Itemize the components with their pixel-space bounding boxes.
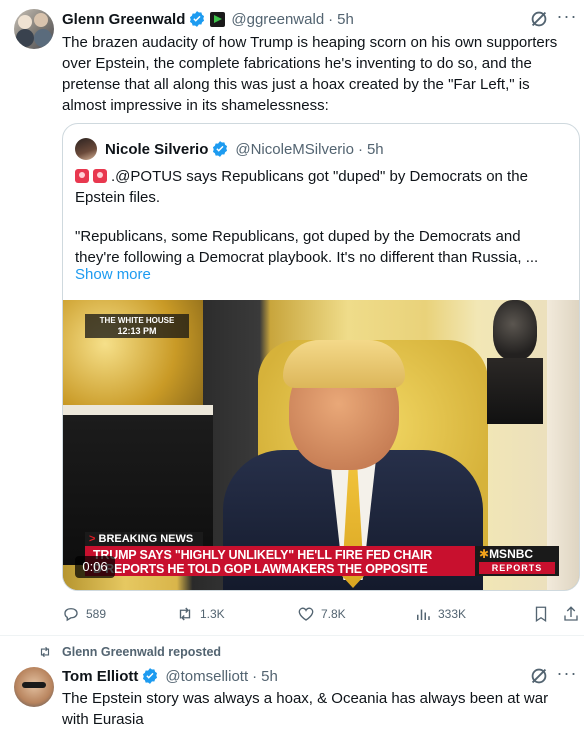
avatar-nicole-silverio[interactable] [75,138,97,160]
repost-banner[interactable]: Glenn Greenwald reposted [38,645,221,659]
quoted-text-line: they're following a Democrat playbook. I… [75,249,539,266]
tweet-text-line: almost impressive in its shamelessness: [62,97,329,114]
verified-badge-icon [190,11,205,27]
quoted-text-line: Epstein files. [75,189,161,206]
author-name[interactable]: Tom Elliott [62,668,138,685]
tweet-header: Tom Elliott @tomselliott · 5h [62,666,278,686]
video-player[interactable]: THE WHITE HOUSE 12:13 PM > BREAKING NEWS… [63,300,579,590]
heart-icon [298,607,314,621]
tweet-text-line: over Epstein, the complete fabrications … [62,55,532,72]
tweet-text-line: with Eurasia [62,711,144,728]
avatar-glenn-greenwald[interactable] [14,9,54,49]
repost-button[interactable]: 1.3K [176,605,225,623]
video-subject [223,340,483,590]
separator-dot: · [328,10,334,28]
news-chyron: TRUMP SAYS "HIGHLY UNLIKELY" HE'LL FIRE … [85,546,475,576]
tweet-text-line: The Epstein story was always a hoax, & O… [62,690,549,707]
views-count: 333K [438,607,467,621]
author-name[interactable]: Glenn Greenwald [62,11,185,28]
analytics-icon [417,609,430,620]
chyron-line: TRUMP SAYS "HIGHLY UNLIKELY" HE'LL FIRE … [93,548,433,562]
repost-icon [40,646,50,658]
more-options-icon[interactable]: ··· [556,664,578,686]
quoted-author-handle[interactable]: @NicoleMSilverio [235,141,354,158]
quoted-tweet[interactable]: Nicole Silverio @NicoleMSilverio · 5h .@… [62,123,580,591]
separator-dot: · [357,140,363,158]
separator-dot: · [252,667,258,685]
tweet-text-line: The brazen audacity of how Trump is heap… [62,34,558,51]
network-logo: ✱MSNBC REPORTS [475,546,559,576]
grok-icon[interactable] [528,665,550,687]
bookmark-icon [535,606,547,623]
reply-count: 589 [86,607,107,621]
repost-banner-text: Glenn Greenwald reposted [62,645,222,659]
reports-tag: REPORTS [479,562,555,574]
breaking-news-text: BREAKING NEWS [98,533,194,545]
msnbc-logo: ✱MSNBC [479,547,534,561]
share-button[interactable] [562,605,584,623]
grok-icon[interactable] [528,8,550,30]
video-timestamp: 0:06 [75,556,115,578]
video-decor [481,300,547,425]
author-handle[interactable]: @ggreenwald [231,11,324,28]
quoted-text-line: "Republicans, some Republicans, got dupe… [75,228,521,245]
tweet-time[interactable]: 5h [261,668,278,685]
verified-badge-icon [213,141,228,157]
peacock-icon: ✱ [479,547,490,561]
reply-icon [64,608,78,622]
affiliate-badge-icon[interactable] [210,11,226,27]
quoted-tweet-time[interactable]: 5h [367,141,384,158]
tweet-time[interactable]: 5h [337,11,354,28]
more-options-icon[interactable]: ··· [556,7,578,29]
siren-emoji-icon [75,169,89,183]
tweet-text: The Epstein story was always a hoax, & O… [62,688,572,730]
breaking-news-label: > BREAKING NEWS [85,532,203,546]
tweet-header: Glenn Greenwald @ggreenwald · 5h [62,9,354,29]
tweet-text: The brazen audacity of how Trump is heap… [62,32,572,116]
verified-badge-icon [143,668,158,684]
quoted-text: .@POTUS says Republicans got "duped" by … [111,168,528,185]
repost-count: 1.3K [200,607,225,621]
overlay-location: THE WHITE HOUSE [99,316,175,325]
like-button[interactable]: 7.8K [297,605,346,623]
quoted-tweet-header: Nicole Silverio @NicoleMSilverio · 5h [75,138,384,160]
tweet-card[interactable]: Glenn Greenwald @ggreenwald · 5h ··· The… [0,0,584,636]
chyron-line: D REPORTS HE TOLD GOP LAWMAKERS THE OPPO… [93,562,428,576]
author-handle[interactable]: @tomselliott [165,668,248,685]
repost-icon [179,607,191,621]
overlay-time: 12:13 PM [117,326,157,336]
bookmark-button[interactable] [532,605,556,623]
quoted-text-line: .@POTUS says Republicans got "duped" by … [75,166,569,187]
reply-button[interactable]: 589 [62,605,106,623]
share-icon [564,606,578,621]
tweet-text-line: pretense that all along this was just a … [62,76,530,93]
views-button[interactable]: 333K [414,605,466,623]
siren-emoji-icon [93,169,107,183]
quoted-author-name[interactable]: Nicole Silverio [105,141,208,158]
video-location-overlay: THE WHITE HOUSE 12:13 PM [85,314,189,338]
avatar-tom-elliott[interactable] [14,667,54,707]
like-count: 7.8K [321,607,346,621]
show-more-link[interactable]: Show more [75,266,151,283]
breaking-news-arrow: > [89,533,96,545]
